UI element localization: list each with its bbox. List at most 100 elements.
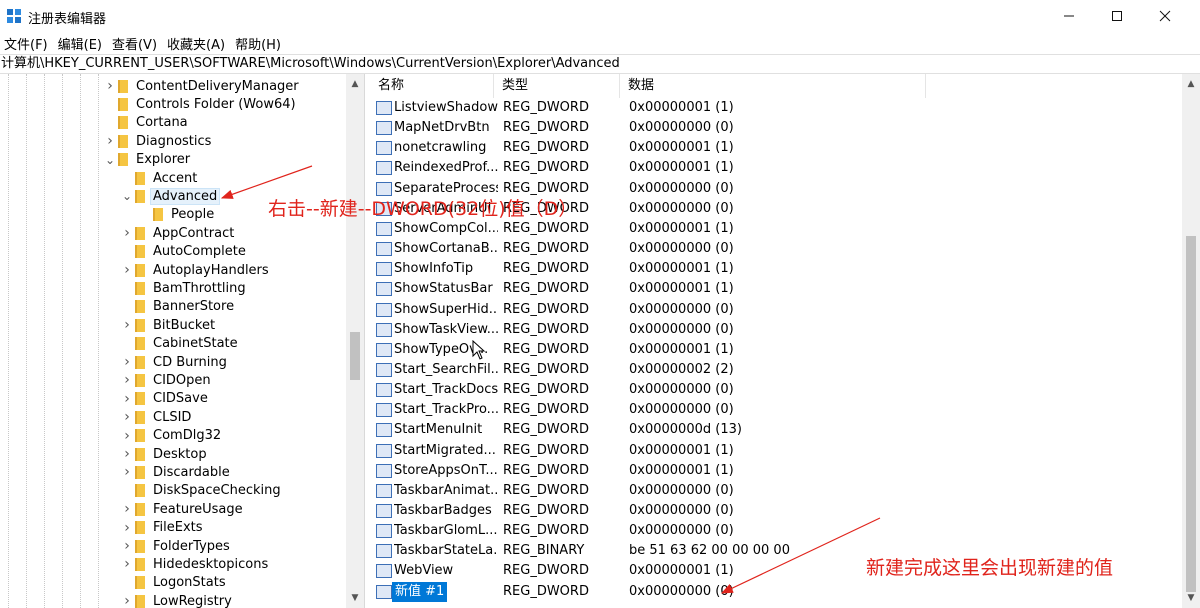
tree-item[interactable]: BamThrottling (121, 279, 248, 297)
tree-item[interactable]: › AutoplayHandlers (121, 261, 271, 279)
tree-item[interactable]: DiskSpaceChecking (121, 482, 283, 500)
list-item[interactable]: ShowSuperHid... REG_DWORD 0x00000000 (0) (370, 300, 1190, 320)
tree-item[interactable]: CabinetState (121, 335, 240, 353)
menu-view[interactable]: 查看(V) (108, 34, 163, 53)
value-name: nonetcrawling (394, 140, 487, 156)
scroll-up-icon[interactable]: ▲ (346, 76, 364, 92)
value-data: 0x00000000 (0) (629, 301, 734, 317)
chevron-right-icon[interactable]: › (121, 592, 133, 608)
tree-item[interactable]: › CIDOpen (121, 371, 213, 389)
tree-item[interactable]: ⌄ Advanced (121, 187, 221, 205)
list-item[interactable]: ListviewShadow REG_DWORD 0x00000001 (1) (370, 98, 1190, 118)
list-item[interactable]: ShowStatusBar REG_DWORD 0x00000001 (1) (370, 279, 1190, 299)
list-item[interactable]: nonetcrawling REG_DWORD 0x00000001 (1) (370, 138, 1190, 158)
tree-item[interactable]: › CD Burning (121, 353, 229, 371)
tree-item[interactable]: › ComDlg32 (121, 427, 223, 445)
chevron-right-icon[interactable]: › (121, 445, 133, 463)
tree-scroll-thumb[interactable] (350, 332, 360, 380)
list-item[interactable]: ShowTaskView... REG_DWORD 0x00000000 (0) (370, 320, 1190, 340)
tree-item[interactable]: › CIDSave (121, 390, 210, 408)
chevron-right-icon[interactable]: › (121, 408, 133, 426)
address-bar[interactable]: 计算机\HKEY_CURRENT_USER\SOFTWARE\Microsoft… (0, 54, 1200, 74)
tree-item[interactable]: › CLSID (121, 408, 193, 426)
tree-item[interactable]: LogonStats (121, 574, 228, 592)
tree-item[interactable]: › Discardable (121, 463, 232, 481)
list-item[interactable]: ShowInfoTip REG_DWORD 0x00000001 (1) (370, 259, 1190, 279)
chevron-down-icon[interactable]: ⌄ (104, 151, 116, 169)
chevron-right-icon[interactable]: › (121, 316, 133, 334)
list-item[interactable]: StartMigrated... REG_DWORD 0x00000001 (1) (370, 441, 1190, 461)
chevron-right-icon[interactable]: › (121, 519, 133, 537)
chevron-right-icon[interactable]: › (121, 500, 133, 518)
menu-favorites[interactable]: 收藏夹(A) (163, 34, 231, 53)
tree-item[interactable]: › FolderTypes (121, 537, 232, 555)
tree-item[interactable]: Controls Folder (Wow64) (104, 95, 298, 113)
tree-item[interactable]: › ContentDeliveryManager (104, 77, 301, 95)
maximize-button[interactable] (1094, 0, 1140, 32)
column-header-type[interactable]: 类型 (494, 74, 620, 98)
tree-item[interactable]: People (139, 206, 216, 224)
folder-icon (135, 373, 145, 387)
chevron-right-icon[interactable]: › (121, 390, 133, 408)
menu-file[interactable]: 文件(F) (0, 34, 54, 53)
tree-item[interactable]: › Diagnostics (104, 132, 213, 150)
tree-scrollbar[interactable]: ▲ ▼ (346, 74, 364, 608)
tree-item[interactable]: AutoComplete (121, 243, 248, 261)
column-header-data[interactable]: 数据 (620, 74, 926, 98)
tree-item[interactable]: › FeatureUsage (121, 500, 245, 518)
close-button[interactable] (1142, 0, 1188, 32)
scroll-down-icon[interactable]: ▼ (346, 590, 364, 606)
chevron-down-icon[interactable]: ⌄ (121, 187, 133, 205)
value-name: ShowInfoTip (394, 261, 474, 277)
chevron-right-icon[interactable]: › (121, 555, 133, 573)
tree-guide-line (62, 74, 63, 608)
chevron-right-icon[interactable]: › (121, 353, 133, 371)
list-scroll-thumb[interactable] (1186, 236, 1196, 592)
tree-item[interactable]: › BitBucket (121, 316, 217, 334)
tree-item[interactable]: Accent (121, 169, 199, 187)
list-item[interactable]: Start_TrackDocs REG_DWORD 0x00000000 (0) (370, 380, 1190, 400)
chevron-right-icon[interactable]: › (121, 371, 133, 389)
scroll-up-icon[interactable]: ▲ (1182, 76, 1200, 92)
tree-item[interactable]: BannerStore (121, 298, 236, 316)
chevron-right-icon[interactable]: › (121, 537, 133, 555)
chevron-right-icon[interactable]: › (104, 77, 116, 95)
tree-item[interactable]: › AppContract (121, 224, 236, 242)
value-type: REG_BINARY (503, 543, 585, 559)
tree-item[interactable]: › FileExts (121, 519, 205, 537)
menu-help[interactable]: 帮助(H) (231, 34, 287, 53)
list-item[interactable]: ShowCortanaB... REG_DWORD 0x00000000 (0) (370, 239, 1190, 259)
list-item[interactable]: ShowCompCol... REG_DWORD 0x00000001 (1) (370, 219, 1190, 239)
column-header-name[interactable]: 名称 (370, 74, 494, 98)
list-item[interactable]: ShowTypeOv... REG_DWORD 0x00000001 (1) (370, 340, 1190, 360)
chevron-right-icon[interactable]: › (121, 463, 133, 481)
list-item[interactable]: MapNetDrvBtn REG_DWORD 0x00000000 (0) (370, 118, 1190, 138)
tree-item[interactable]: › Desktop (121, 445, 209, 463)
tree-item[interactable]: › Hidedesktopicons (121, 555, 270, 573)
list-item[interactable]: StoreAppsOnT... REG_DWORD 0x00000001 (1) (370, 461, 1190, 481)
list-item[interactable]: Start_SearchFil... REG_DWORD 0x00000002 (2… (370, 360, 1190, 380)
list-item[interactable]: ReindexedProf... REG_DWORD 0x00000001 (1) (370, 158, 1190, 178)
list-item[interactable]: TaskbarGlomL... REG_DWORD 0x00000000 (0) (370, 521, 1190, 541)
minimize-icon (1064, 15, 1074, 17)
reg-value-icon (376, 322, 392, 337)
scroll-down-icon[interactable]: ▼ (1182, 590, 1200, 606)
tree-item[interactable]: Cortana (104, 114, 190, 132)
list-item-new-value[interactable]: 新值 #1 REG_DWORD 0x00000000 (0) (370, 581, 1190, 602)
menu-edit[interactable]: 编辑(E) (54, 34, 108, 53)
list-item[interactable]: StartMenuInit REG_DWORD 0x0000000d (13) (370, 420, 1190, 440)
chevron-right-icon[interactable]: › (121, 427, 133, 445)
chevron-right-icon[interactable]: › (104, 132, 116, 150)
list-scrollbar[interactable]: ▲ ▼ (1182, 74, 1200, 608)
value-name: ShowSuperHid... (394, 301, 498, 317)
tree-item-label: AutoplayHandlers (153, 262, 269, 278)
list-item[interactable]: TaskbarBadges REG_DWORD 0x00000000 (0) (370, 501, 1190, 521)
chevron-right-icon[interactable]: › (121, 261, 133, 279)
tree-item[interactable]: › LowRegistry (121, 592, 234, 608)
list-item[interactable]: Start_TrackPro... REG_DWORD 0x00000000 (0) (370, 400, 1190, 420)
chevron-right-icon[interactable]: › (121, 224, 133, 242)
list-item[interactable]: TaskbarAnimat... REG_DWORD 0x00000000 (0) (370, 481, 1190, 501)
tree-item[interactable]: ⌄ Explorer (104, 151, 192, 169)
minimize-button[interactable] (1046, 0, 1092, 32)
